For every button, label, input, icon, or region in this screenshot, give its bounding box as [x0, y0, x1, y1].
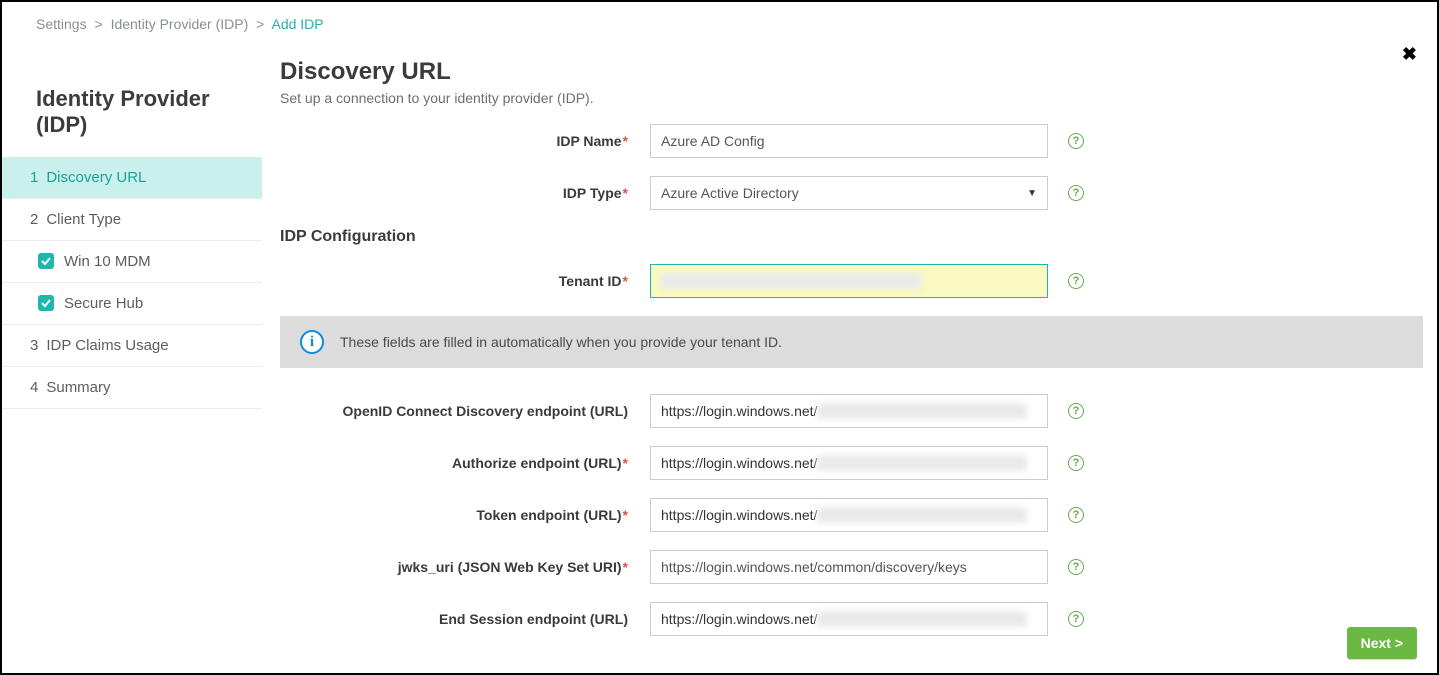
page-subtitle: Set up a connection to your identity pro…: [280, 90, 1423, 106]
info-banner: i These fields are filled in automatical…: [280, 316, 1423, 368]
step-number: 4: [30, 379, 38, 396]
step-number: 1: [30, 169, 38, 186]
section-heading-idp-config: IDP Configuration: [280, 228, 1423, 246]
idp-name-input[interactable]: Azure AD Config: [650, 124, 1048, 158]
tenant-id-input[interactable]: [650, 264, 1048, 298]
idp-type-select[interactable]: Azure Active Directory ▼: [650, 176, 1048, 210]
step-label: IDP Claims Usage: [46, 337, 168, 354]
step-discovery-url[interactable]: 1 Discovery URL: [2, 157, 262, 199]
chevron-down-icon: ▼: [1027, 188, 1037, 199]
label-tenant-id: Tenant ID*: [280, 273, 650, 289]
token-endpoint-input[interactable]: https://login.windows.net/: [650, 498, 1048, 532]
label-openid-discovery: OpenID Connect Discovery endpoint (URL): [280, 403, 650, 419]
openid-discovery-input[interactable]: https://login.windows.net/: [650, 394, 1048, 428]
help-icon[interactable]: ?: [1068, 403, 1084, 419]
help-icon[interactable]: ?: [1068, 185, 1084, 201]
end-session-input[interactable]: https://login.windows.net/: [650, 602, 1048, 636]
wizard-sidebar: Identity Provider (IDP) 1 Discovery URL 2…: [2, 40, 262, 654]
breadcrumb-item-settings[interactable]: Settings: [36, 16, 87, 32]
step-label: Summary: [46, 379, 110, 396]
step-label: Client Type: [46, 211, 121, 228]
label-jwks: jwks_uri (JSON Web Key Set URI)*: [280, 559, 650, 575]
help-icon[interactable]: ?: [1068, 455, 1084, 471]
help-icon[interactable]: ?: [1068, 133, 1084, 149]
substep-label: Secure Hub: [64, 295, 143, 312]
breadcrumb-separator: >: [94, 16, 102, 32]
breadcrumb-item-add-idp: Add IDP: [271, 16, 323, 32]
label-idp-name: IDP Name*: [280, 133, 650, 149]
step-summary[interactable]: 4 Summary: [2, 367, 262, 409]
checkbox-checked-icon: [38, 253, 54, 269]
label-end-session: End Session endpoint (URL): [280, 611, 650, 627]
close-icon[interactable]: ✖: [1402, 44, 1417, 65]
help-icon[interactable]: ?: [1068, 507, 1084, 523]
info-text: These fields are filled in automatically…: [340, 334, 782, 350]
jwks-uri-input[interactable]: https://login.windows.net/common/discove…: [650, 550, 1048, 584]
authorize-endpoint-input[interactable]: https://login.windows.net/: [650, 446, 1048, 480]
breadcrumb-item-idp[interactable]: Identity Provider (IDP): [111, 16, 249, 32]
next-button[interactable]: Next >: [1347, 627, 1417, 659]
substep-win10-mdm[interactable]: Win 10 MDM: [2, 241, 262, 283]
step-number: 2: [30, 211, 38, 228]
breadcrumb-separator: >: [256, 16, 264, 32]
step-idp-claims[interactable]: 3 IDP Claims Usage: [2, 325, 262, 367]
substep-label: Win 10 MDM: [64, 253, 151, 270]
step-label: Discovery URL: [46, 169, 146, 186]
step-client-type[interactable]: 2 Client Type: [2, 199, 262, 241]
label-authorize: Authorize endpoint (URL)*: [280, 455, 650, 471]
label-idp-type: IDP Type*: [280, 185, 650, 201]
help-icon[interactable]: ?: [1068, 611, 1084, 627]
help-icon[interactable]: ?: [1068, 559, 1084, 575]
info-icon: i: [300, 330, 324, 354]
page-title: Discovery URL: [280, 58, 1423, 86]
checkbox-checked-icon: [38, 295, 54, 311]
help-icon[interactable]: ?: [1068, 273, 1084, 289]
step-number: 3: [30, 337, 38, 354]
main-panel: ✖ Discovery URL Set up a connection to y…: [262, 40, 1437, 654]
breadcrumb: Settings > Identity Provider (IDP) > Add…: [2, 2, 1437, 40]
label-token: Token endpoint (URL)*: [280, 507, 650, 523]
substep-secure-hub[interactable]: Secure Hub: [2, 283, 262, 325]
sidebar-title: Identity Provider (IDP): [2, 86, 262, 157]
